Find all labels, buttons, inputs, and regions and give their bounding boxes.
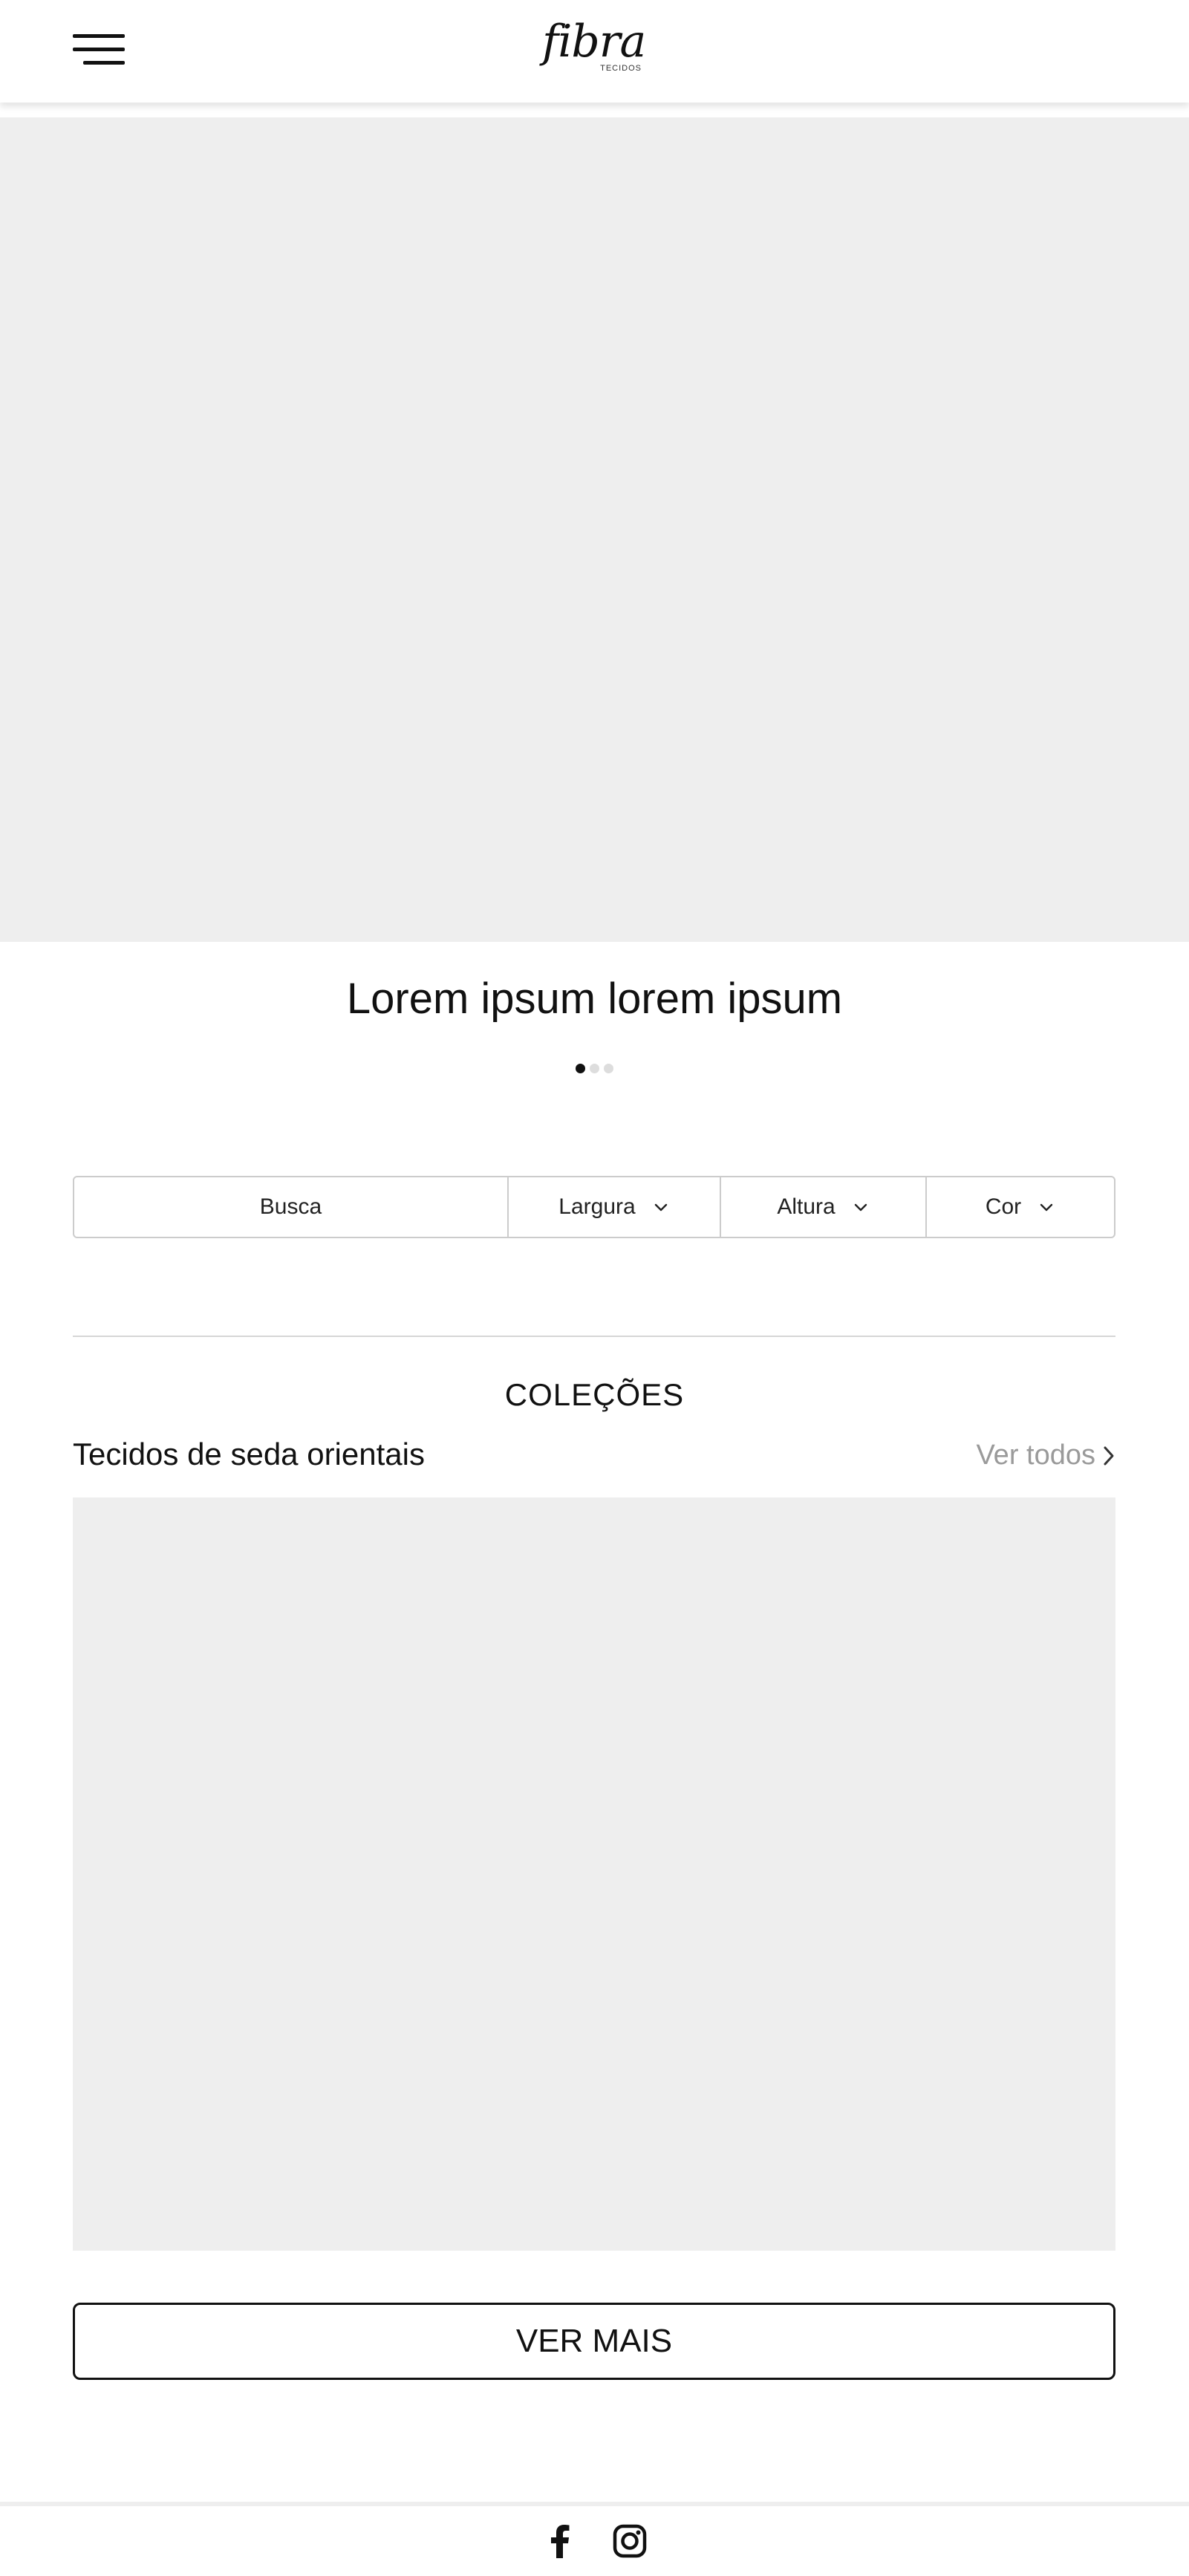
page: fibra TECIDOS Lorem ipsum lorem ipsum Bu… xyxy=(0,0,1189,2576)
carousel-dot[interactable] xyxy=(590,1064,599,1073)
hero-title: Lorem ipsum lorem ipsum xyxy=(346,975,843,1023)
height-dropdown-label: Altura xyxy=(777,1194,835,1219)
filter-bar: Busca Largura Altura Cor xyxy=(73,1176,1115,1238)
color-dropdown-label: Cor xyxy=(985,1194,1022,1219)
menu-line xyxy=(73,34,125,38)
chevron-right-icon xyxy=(1104,1446,1114,1465)
collections-title: COLEÇÕES xyxy=(504,1377,685,1412)
section-divider xyxy=(73,1336,1115,1337)
site-header: fibra TECIDOS xyxy=(0,0,1189,103)
width-dropdown-label: Largura xyxy=(558,1194,636,1219)
carousel-dot[interactable] xyxy=(604,1064,613,1073)
hero-image-placeholder[interactable] xyxy=(0,117,1189,942)
search-placeholder: Busca xyxy=(259,1194,322,1219)
collection-image-placeholder[interactable] xyxy=(73,1497,1115,2251)
menu-line xyxy=(73,48,125,51)
see-more-button[interactable]: VER MAIS xyxy=(73,2303,1115,2380)
site-footer xyxy=(0,2502,1189,2576)
logo-subtext: TECIDOS xyxy=(600,64,642,73)
carousel-pagination xyxy=(0,1064,1189,1074)
color-dropdown[interactable]: Cor xyxy=(925,1177,1114,1237)
see-all-link[interactable]: Ver todos xyxy=(976,1440,1116,1471)
chevron-down-icon xyxy=(854,1203,867,1211)
see-all-label: Ver todos xyxy=(976,1440,1095,1471)
instagram-icon[interactable] xyxy=(610,2522,649,2560)
hamburger-menu-icon[interactable] xyxy=(73,31,125,68)
brand-logo[interactable]: fibra TECIDOS xyxy=(542,18,646,85)
carousel-dot[interactable] xyxy=(576,1064,585,1073)
menu-line xyxy=(83,61,125,65)
chevron-down-icon xyxy=(1040,1203,1053,1211)
logo-wordmark: fibra xyxy=(542,16,646,68)
search-input[interactable]: Busca xyxy=(74,1177,507,1237)
chevron-down-icon xyxy=(654,1203,667,1211)
height-dropdown[interactable]: Altura xyxy=(720,1177,925,1237)
facebook-icon[interactable] xyxy=(541,2522,579,2560)
width-dropdown[interactable]: Largura xyxy=(507,1177,720,1237)
collection-name: Tecidos de seda orientais xyxy=(73,1437,425,1471)
